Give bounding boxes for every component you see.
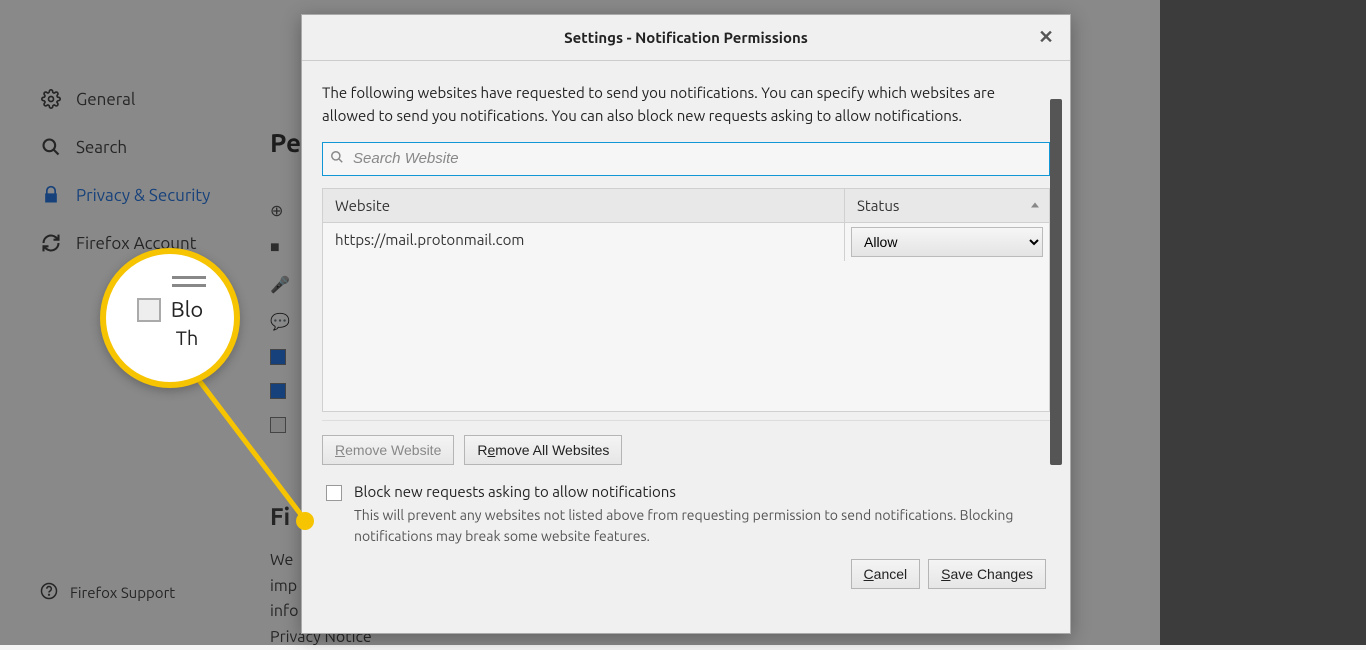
cancel-button[interactable]: Cancel xyxy=(851,559,921,589)
column-header-status[interactable]: Status xyxy=(844,189,1049,222)
magnifier-callout: Blo Th xyxy=(100,248,240,388)
table-row[interactable]: https://mail.protonmail.com Allow xyxy=(323,223,1049,261)
close-icon: ✕ xyxy=(1038,27,1053,48)
dialog-title: Settings - Notification Permissions ✕ xyxy=(302,15,1070,61)
dialog-scrollbar[interactable] xyxy=(1050,99,1062,465)
annotation-dot xyxy=(296,512,314,530)
search-website-input[interactable] xyxy=(322,142,1050,176)
block-new-requests-label: Block new requests asking to allow notif… xyxy=(354,483,676,500)
column-header-website[interactable]: Website xyxy=(323,189,844,222)
remove-all-websites-button[interactable]: Remove All Websites xyxy=(464,435,622,465)
block-new-requests-checkbox[interactable] xyxy=(326,485,342,501)
status-select[interactable]: Allow xyxy=(851,227,1043,257)
permissions-table: Website Status https://mail.protonmail.c… xyxy=(322,188,1050,412)
notification-permissions-dialog: Settings - Notification Permissions ✕ Th… xyxy=(301,14,1071,634)
save-changes-button[interactable]: Save Changes xyxy=(928,559,1046,589)
dialog-description: The following websites have requested to… xyxy=(322,81,1050,128)
magnified-checkbox xyxy=(137,298,161,322)
search-icon xyxy=(330,150,344,168)
remove-website-button[interactable]: Remove Website xyxy=(322,435,454,465)
block-help-text: This will prevent any websites not liste… xyxy=(354,505,1014,547)
close-button[interactable]: ✕ xyxy=(1034,25,1058,49)
website-cell: https://mail.protonmail.com xyxy=(323,223,844,261)
